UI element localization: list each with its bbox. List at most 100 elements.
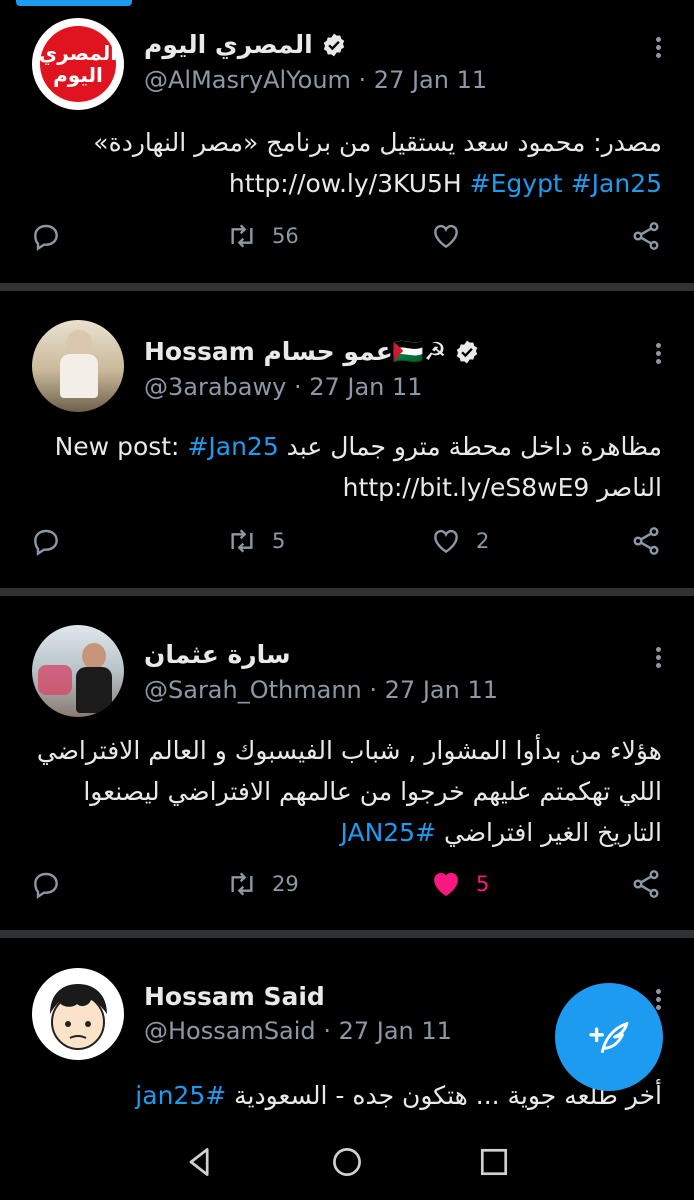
reply-button[interactable]: [30, 525, 62, 557]
reply-button[interactable]: [30, 220, 62, 252]
back-icon: [189, 1148, 209, 1176]
tweet-actions: 5 2: [0, 525, 694, 565]
compose-button[interactable]: [555, 983, 663, 1091]
like-button[interactable]: 2: [430, 525, 489, 557]
text-line: مصدر: محمود سعد يستقيل من برنامج «مصر ال…: [93, 128, 662, 157]
verified-icon: [457, 340, 478, 364]
back-button[interactable]: [180, 1142, 220, 1182]
handle[interactable]: @Sarah_Othmann: [144, 676, 362, 704]
person-head: [82, 643, 106, 669]
handle-row: @AlMasryAlYoum · 27 Jan 11: [144, 66, 487, 94]
compose-icon: [589, 1022, 629, 1054]
cartoon-face-icon: [50, 984, 107, 1050]
handle-row: @3arabawy · 27 Jan 11: [144, 373, 423, 401]
like-count: 2: [476, 529, 490, 553]
like-icon: [434, 224, 458, 249]
link[interactable]: http://ow.ly/3KU5H: [229, 169, 470, 198]
handle-row: @Sarah_Othmann · 27 Jan 11: [144, 676, 498, 704]
flowers: [38, 665, 72, 695]
timestamp: · 27 Jan 11: [369, 676, 498, 704]
name-row[interactable]: Hossam Said: [144, 982, 325, 1011]
like-icon-filled: [434, 872, 458, 897]
handle[interactable]: @3arabawy: [144, 373, 286, 401]
avatar[interactable]: [32, 320, 124, 412]
name-row[interactable]: Hossam عمو حسام🇵🇸☭: [144, 337, 480, 367]
text-span: مظاهرة داخل محطة مترو جمال عبد New post:: [54, 432, 662, 461]
reply-icon: [34, 224, 58, 251]
text-line: http://ow.ly/3KU5H #Egypt #Jan25: [32, 163, 662, 204]
tweet-text: مصدر: محمود سعد يستقيل من برنامج «مصر ال…: [32, 122, 662, 204]
more-icon[interactable]: [654, 644, 662, 671]
retweet-button[interactable]: 5: [226, 525, 285, 557]
like-count: 5: [476, 872, 490, 896]
share-button[interactable]: [630, 220, 662, 252]
tweet-text: مظاهرة داخل محطة مترو جمال عبد New post:…: [32, 426, 662, 508]
logo-line-1: المصري: [38, 41, 118, 65]
handle-row: @HossamSaid · 27 Jan 11: [144, 1017, 452, 1045]
active-tab-indicator: [16, 0, 132, 6]
share-button[interactable]: [630, 868, 662, 900]
tweet-text: هؤلاء من بدأوا المشوار , شباب الفيسبوك و…: [32, 730, 662, 853]
hashtag[interactable]: #jan25: [135, 1081, 226, 1110]
tweet-divider: [0, 283, 694, 291]
name-row[interactable]: المصري اليوم: [144, 30, 347, 59]
like-button[interactable]: 5: [430, 868, 489, 900]
retweet-count: 5: [272, 529, 286, 553]
retweet-icon: [231, 529, 253, 553]
verified-icon: [323, 33, 344, 56]
retweet-icon: [231, 872, 253, 896]
tweet-text: أخر طلعه جوية ... هتكون جده - السعودية #…: [32, 1075, 662, 1116]
more-icon[interactable]: [654, 340, 662, 367]
share-icon: [633, 222, 659, 250]
display-name[interactable]: المصري اليوم: [144, 30, 313, 59]
text-line: مظاهرة داخل محطة مترو جمال عبد New post:…: [32, 426, 662, 467]
display-name[interactable]: Hossam Said: [144, 982, 325, 1011]
text-line: الناصر http://bit.ly/eS8wE9: [342, 473, 662, 502]
person-body: [76, 667, 112, 713]
handle[interactable]: @HossamSaid: [144, 1017, 316, 1045]
system-nav-bar: [0, 1122, 694, 1200]
reply-button[interactable]: [30, 868, 62, 900]
avatar[interactable]: [32, 968, 124, 1060]
text-line: التاريخ الغير افتراضي #JAN25: [32, 812, 662, 853]
logo-line-2: اليوم: [53, 63, 103, 87]
retweet-button[interactable]: 29: [226, 868, 299, 900]
home-button[interactable]: [327, 1142, 367, 1182]
hashtag[interactable]: #JAN25: [341, 818, 437, 847]
more-icon[interactable]: [654, 34, 662, 61]
avatar[interactable]: [32, 625, 124, 717]
display-name[interactable]: سارة عثمان: [144, 640, 291, 669]
like-button[interactable]: [430, 220, 476, 252]
hashtag[interactable]: #Egypt: [470, 169, 563, 198]
hashtag[interactable]: #Jan25: [571, 169, 662, 198]
text-line: اللي تهكمتم عليهم خرجوا من عالمهم الافتر…: [83, 777, 662, 806]
share-button[interactable]: [630, 525, 662, 557]
timestamp: · 27 Jan 11: [323, 1017, 452, 1045]
text-span: التاريخ الغير افتراضي: [436, 818, 662, 847]
hashtag[interactable]: #Jan25: [187, 432, 278, 461]
recents-button[interactable]: [474, 1142, 514, 1182]
retweet-count: 56: [272, 224, 299, 248]
retweet-button[interactable]: 56: [226, 220, 299, 252]
like-icon: [434, 529, 458, 554]
handle[interactable]: @AlMasryAlYoum: [144, 66, 351, 94]
text-line: هؤلاء من بدأوا المشوار , شباب الفيسبوك و…: [36, 736, 662, 765]
share-icon: [633, 527, 659, 555]
text-line: أخر طلعه جوية ... هتكون جده - السعودية #…: [32, 1075, 662, 1116]
reply-icon: [34, 872, 58, 899]
retweet-icon: [231, 224, 253, 248]
recents-icon: [480, 1148, 508, 1176]
display-name[interactable]: Hossam عمو حسام🇵🇸☭: [144, 337, 446, 367]
timestamp: · 27 Jan 11: [358, 66, 488, 94]
tweet-divider: [0, 588, 694, 596]
name-row[interactable]: سارة عثمان: [144, 640, 291, 669]
person-head: [66, 330, 92, 356]
person-body: [60, 354, 98, 398]
retweet-count: 29: [272, 872, 299, 896]
almasry-logo: المصري اليوم: [38, 26, 118, 102]
tweet-divider: [0, 930, 694, 938]
share-icon: [633, 870, 659, 898]
tweet-actions: 56: [0, 220, 694, 260]
avatar[interactable]: المصري اليوم: [32, 18, 124, 110]
home-icon: [333, 1148, 361, 1176]
